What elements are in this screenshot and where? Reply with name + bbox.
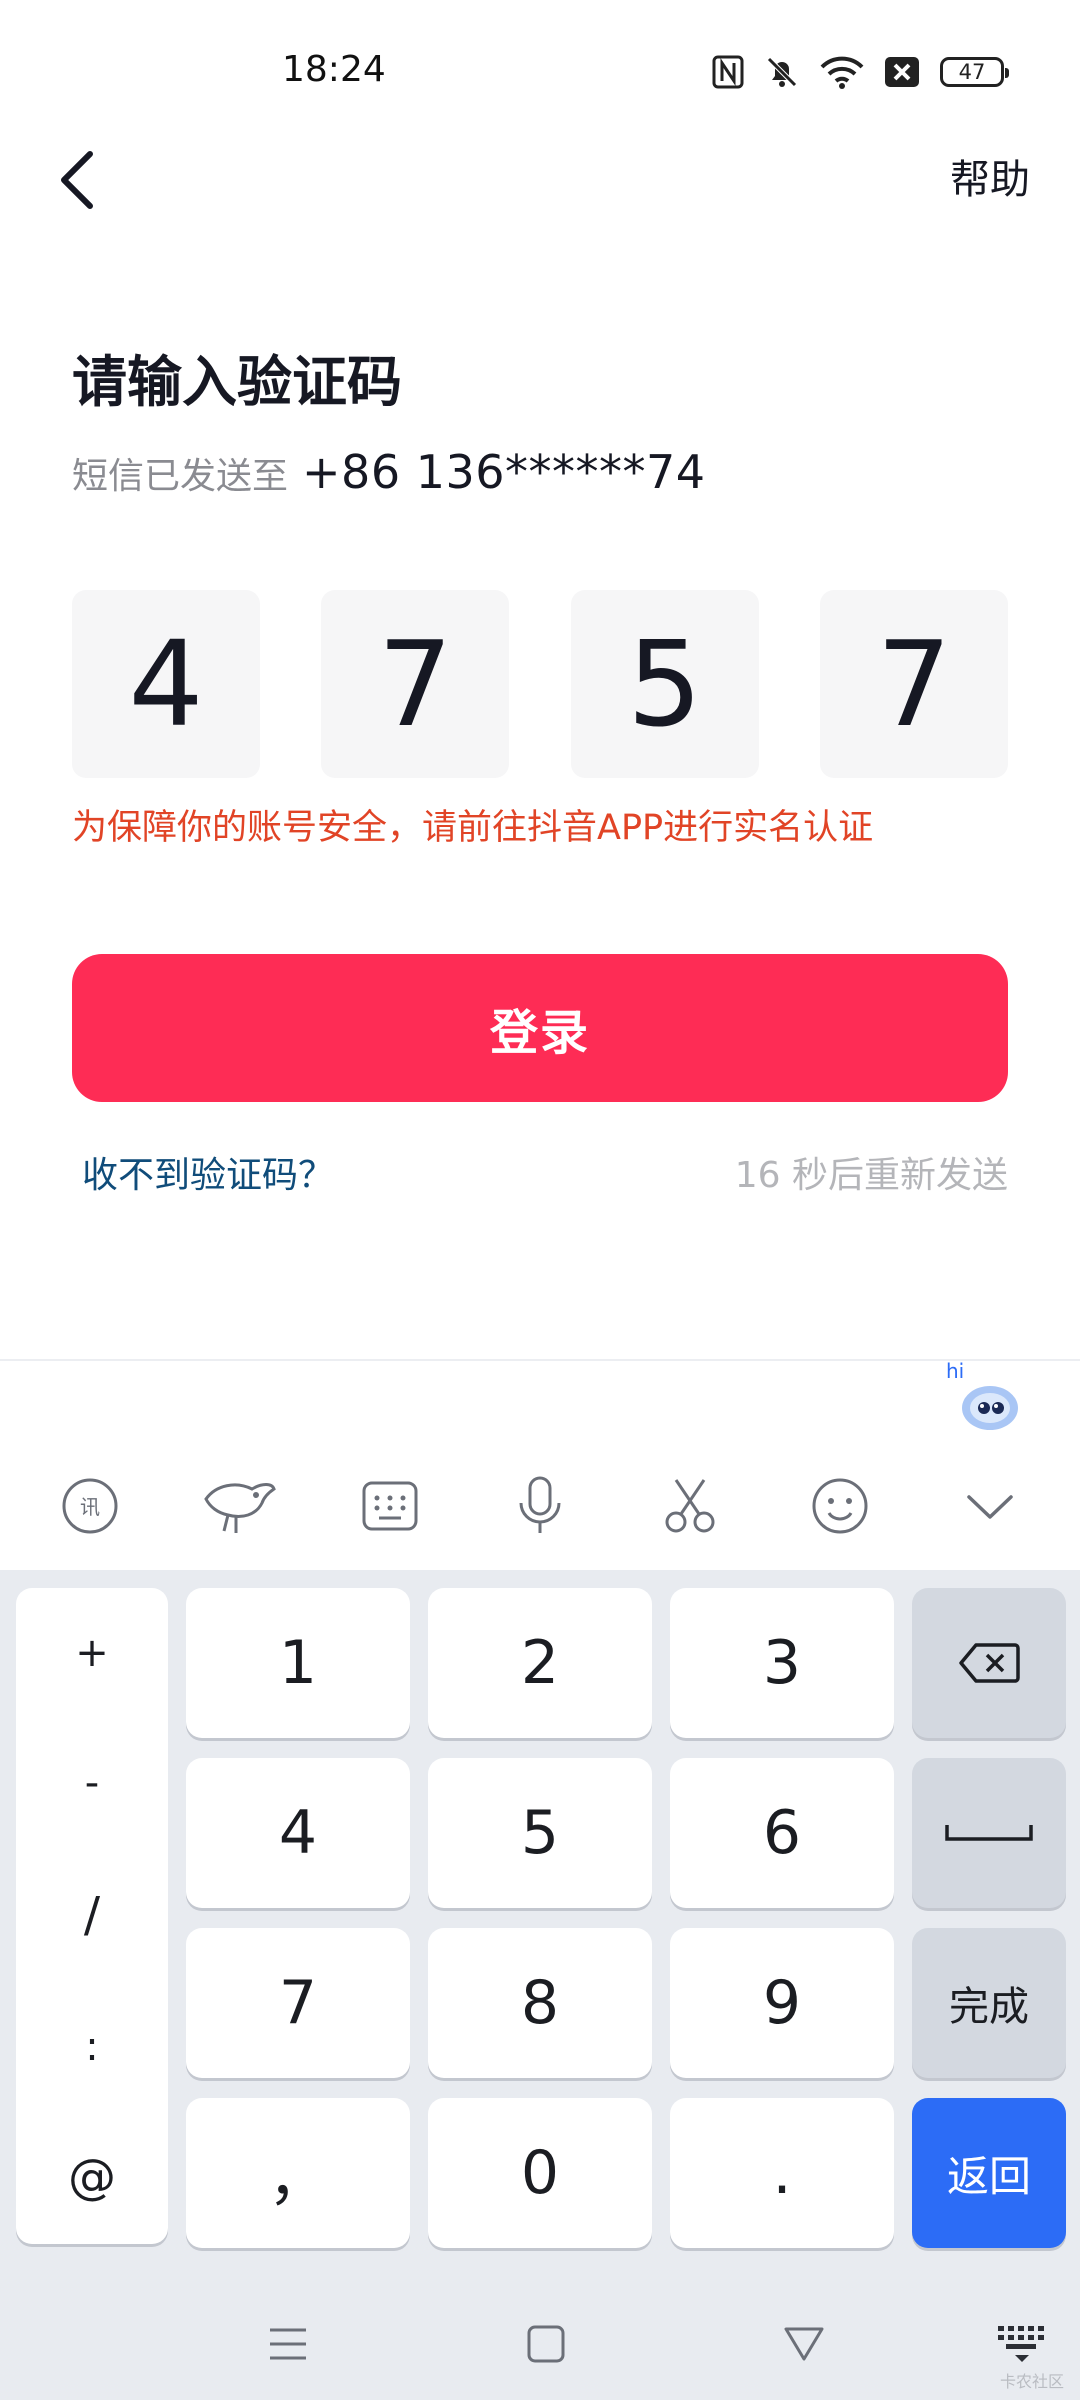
sent-label: 短信已发送至	[72, 456, 289, 497]
backspace-icon	[959, 1643, 1020, 1683]
key-period[interactable]: .	[670, 2098, 894, 2248]
login-button[interactable]: 登录	[72, 954, 1008, 1102]
emoji-icon[interactable]	[790, 1456, 890, 1556]
battery-icon: 47	[940, 57, 1009, 87]
key-comma[interactable]: ，	[186, 2098, 410, 2248]
key-1[interactable]: 1	[186, 1588, 410, 1738]
status-time: 18:24	[282, 49, 386, 90]
key-9[interactable]: 9	[670, 1928, 894, 2078]
symbol-key-plus[interactable]: +	[16, 1588, 168, 1718]
space-key[interactable]	[912, 1758, 1066, 1908]
symbol-key-slash[interactable]: /	[16, 1850, 168, 1980]
code-digit-1[interactable]: 4	[72, 590, 260, 778]
space-icon	[945, 1825, 1033, 1841]
wifi-icon	[820, 55, 864, 89]
resend-timer: 16 秒后重新发送	[734, 1155, 1008, 1196]
key-8[interactable]: 8	[428, 1928, 652, 2078]
page-title: 请输入验证码	[72, 350, 403, 414]
microphone-icon[interactable]	[490, 1456, 590, 1556]
chevron-left-icon	[61, 151, 93, 209]
code-digit-4[interactable]: 7	[819, 590, 1008, 778]
status-icons: 47	[712, 50, 1009, 94]
backspace-key[interactable]	[912, 1588, 1066, 1738]
keyboard-layout-icon[interactable]	[340, 1456, 440, 1556]
code-digit-3[interactable]: 5	[570, 590, 759, 778]
menu-icon[interactable]	[248, 2304, 328, 2384]
numeric-keyboard: + - / : @ 1 2 3 4 5 6 7 8 9 完成 ， 0 . 返回	[0, 1570, 1080, 2400]
watermark: 卡农社区	[999, 2372, 1064, 2391]
assistant-mascot-icon[interactable]: hi	[944, 1356, 1024, 1436]
key-0[interactable]: 0	[428, 2098, 652, 2248]
sent-info: 短信已发送至 +86 136******74	[72, 440, 706, 509]
home-icon[interactable]	[506, 2304, 586, 2384]
verification-code-input[interactable]: 4 7 5 7	[72, 590, 1008, 780]
symbol-key-minus[interactable]: -	[16, 1718, 168, 1848]
nfc-icon	[712, 55, 744, 89]
code-digit-2[interactable]: 7	[321, 590, 510, 778]
sim-off-icon	[884, 55, 920, 89]
scissors-icon[interactable]	[640, 1456, 740, 1556]
back-button[interactable]	[36, 140, 116, 220]
symbol-panel[interactable]: + - / : @	[16, 1588, 168, 2244]
voice-recognition-icon[interactable]: 讯	[40, 1456, 140, 1556]
chevron-down-icon[interactable]	[940, 1456, 1040, 1556]
key-4[interactable]: 4	[186, 1758, 410, 1908]
phone-number: +86 136******74	[302, 445, 706, 499]
key-2[interactable]: 2	[428, 1588, 652, 1738]
keyboard-divider	[0, 1359, 1080, 1361]
help-link[interactable]: 帮助	[950, 152, 1030, 208]
keyboard-toolbar: 讯	[0, 1456, 1080, 1556]
navigation-bar: 卡农社区	[0, 2286, 1080, 2400]
return-key[interactable]: 返回	[912, 2098, 1066, 2248]
no-code-link[interactable]: 收不到验证码？	[82, 1148, 334, 1204]
symbol-key-at[interactable]: @	[16, 2112, 168, 2242]
back-triangle-icon[interactable]	[764, 2304, 844, 2384]
key-6[interactable]: 6	[670, 1758, 894, 1908]
done-key[interactable]: 完成	[912, 1928, 1066, 2078]
mascot-icon[interactable]	[190, 1456, 290, 1556]
bell-off-icon	[764, 54, 800, 90]
key-3[interactable]: 3	[670, 1588, 894, 1738]
assistant-bubble-text: hi	[946, 1359, 964, 1383]
key-7[interactable]: 7	[186, 1928, 410, 2078]
key-5[interactable]: 5	[428, 1758, 652, 1908]
symbol-key-colon[interactable]: :	[16, 1982, 168, 2112]
svg-text:讯: 讯	[80, 1495, 100, 1519]
security-warning: 为保障你的账号安全，请前往抖音APP进行实名认证	[72, 808, 874, 848]
